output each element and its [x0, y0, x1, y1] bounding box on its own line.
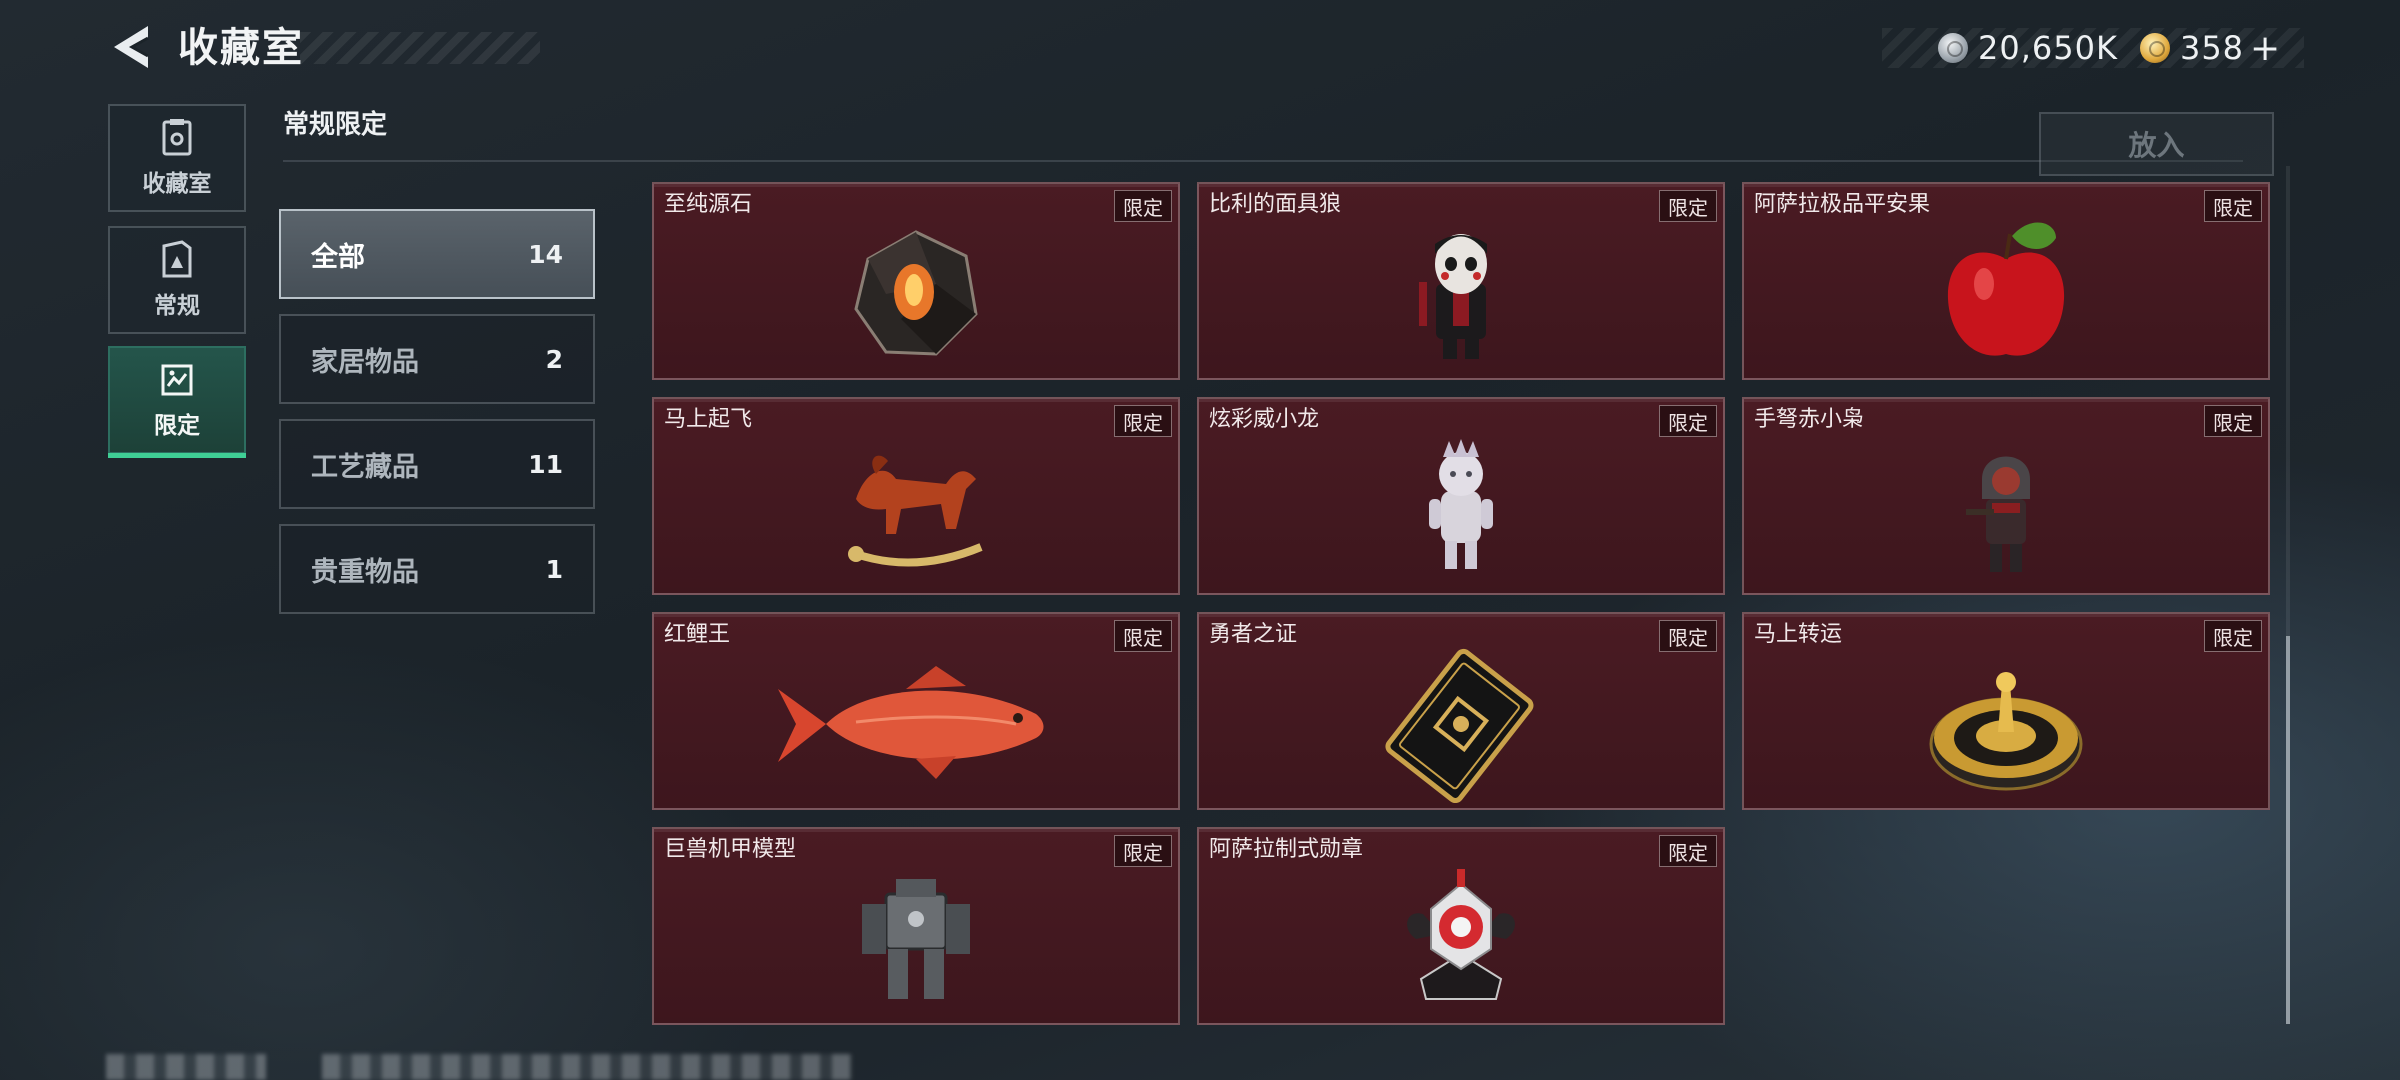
back-button[interactable]	[108, 22, 154, 72]
red-apple-icon	[1947, 222, 2065, 356]
item-name: 比利的面具狼	[1209, 192, 1342, 217]
item-card[interactable]: 勇者之证 限定	[1197, 612, 1725, 810]
put-in-button[interactable]: 放入	[2039, 112, 2274, 176]
add-currency-button[interactable]: +	[2250, 28, 2280, 69]
item-name: 马上转运	[1754, 622, 1843, 647]
silver-coin-icon	[1938, 33, 1968, 63]
item-name: 阿萨拉极品平安果	[1754, 192, 1931, 217]
hooded-figure-icon	[1966, 456, 2030, 572]
category-valuables[interactable]: 贵重物品 1	[279, 524, 595, 614]
red-carp-icon	[778, 666, 1044, 779]
back-arrow-icon	[114, 26, 149, 68]
limited-badge: 限定	[1659, 620, 1717, 652]
item-card[interactable]: 红鲤王 限定	[652, 612, 1180, 810]
fortune-wheel-icon	[1929, 672, 2083, 791]
limited-badge: 限定	[1114, 620, 1172, 652]
item-name: 马上起飞	[664, 407, 753, 432]
category-home[interactable]: 家居物品 2	[279, 314, 595, 404]
nav-item-label: 常规	[154, 293, 200, 319]
category-count: 2	[545, 344, 563, 374]
scrollbar-thumb[interactable]	[2286, 636, 2290, 1024]
nav-item-label: 收藏室	[142, 171, 212, 197]
item-name: 手弩赤小枭	[1754, 407, 1865, 432]
category-label: 家居物品	[311, 346, 419, 378]
item-name: 阿萨拉制式勋章	[1209, 837, 1364, 862]
blurred-text	[322, 1054, 852, 1080]
item-card[interactable]: 至纯源石 限定	[652, 182, 1180, 380]
nav-item-collection[interactable]: 收藏室	[108, 104, 246, 212]
item-card[interactable]: 马上起飞 限定	[652, 397, 1180, 595]
nav-item-regular[interactable]: 常规	[108, 226, 246, 334]
item-name: 至纯源石	[664, 192, 753, 217]
item-card[interactable]: 炫彩威小龙 限定	[1197, 397, 1725, 595]
medal-icon	[1407, 869, 1515, 1000]
currency-bar: 20,650K 358 +	[1882, 28, 2304, 69]
item-card[interactable]: 比利的面具狼 限定	[1197, 182, 1725, 380]
item-card[interactable]: 巨兽机甲模型 限定	[652, 827, 1180, 1025]
crystal-stone-icon	[854, 230, 978, 356]
item-name: 勇者之证	[1209, 622, 1298, 647]
collection-icon	[162, 119, 192, 156]
category-craft[interactable]: 工艺藏品 11	[279, 419, 595, 509]
golden-card-icon	[1385, 648, 1534, 804]
category-count: 1	[545, 554, 563, 584]
gold-coin-value: 358	[2179, 29, 2245, 67]
category-count: 11	[528, 449, 563, 479]
mask-doll-icon	[1419, 234, 1487, 359]
limited-badge: 限定	[1114, 835, 1172, 867]
dragon-figure-icon	[1429, 439, 1493, 569]
item-card[interactable]: 阿萨拉制式勋章 限定	[1197, 827, 1725, 1025]
category-label: 贵重物品	[311, 556, 419, 588]
item-card[interactable]: 手弩赤小枭 限定	[1742, 397, 2270, 595]
category-all[interactable]: 全部 14	[279, 209, 595, 299]
item-name: 炫彩威小龙	[1209, 407, 1320, 432]
limited-badge: 限定	[1114, 405, 1172, 437]
gold-coin-icon	[2139, 33, 2170, 63]
title-decoration	[300, 32, 540, 64]
limited-badge: 限定	[1659, 190, 1717, 222]
item-card[interactable]: 马上转运 限定	[1742, 612, 2270, 810]
regular-icon	[162, 240, 192, 278]
category-label: 全部	[311, 241, 365, 273]
silver-coin-value: 20,650K	[1978, 29, 2118, 67]
nav-item-limited[interactable]: 限定	[108, 346, 246, 458]
limited-badge: 限定	[1659, 405, 1717, 437]
nav-item-label: 限定	[154, 413, 200, 439]
page-title: 收藏室	[178, 25, 304, 71]
blurred-text	[106, 1054, 266, 1080]
limited-icon	[161, 364, 193, 396]
item-name: 红鲤王	[664, 622, 731, 647]
limited-badge: 限定	[1659, 835, 1717, 867]
section-divider	[283, 160, 2243, 162]
item-card[interactable]: 阿萨拉极品平安果 限定	[1742, 182, 2270, 380]
limited-badge: 限定	[1114, 190, 1172, 222]
limited-badge: 限定	[2204, 620, 2262, 652]
category-label: 工艺藏品	[311, 451, 419, 483]
limited-badge: 限定	[2204, 405, 2262, 437]
category-count: 14	[528, 239, 563, 269]
section-title: 常规限定	[283, 110, 388, 140]
grid-scrollbar[interactable]	[2286, 166, 2290, 1024]
limited-badge: 限定	[2204, 190, 2262, 222]
rocking-horse-icon	[848, 455, 983, 567]
item-name: 巨兽机甲模型	[664, 837, 797, 862]
mech-model-icon	[862, 879, 970, 999]
